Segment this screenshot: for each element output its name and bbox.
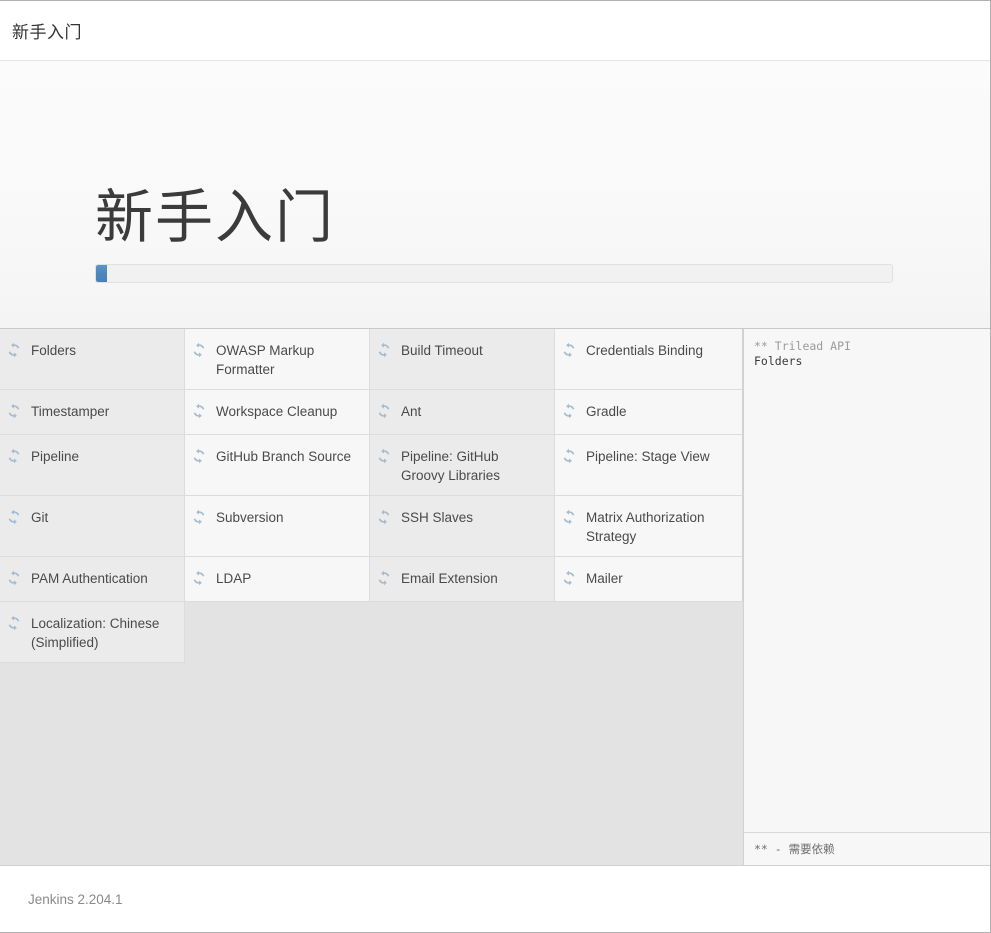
plugin-cell: Folders <box>0 329 185 390</box>
refresh-spinner-icon <box>563 403 575 419</box>
plugin-cell: LDAP <box>185 557 370 602</box>
plugin-name: LDAP <box>216 571 252 586</box>
page-title: 新手入门 <box>95 185 336 250</box>
setup-body: Folders OWASP Markup Formatter Build Timeo… <box>0 329 990 865</box>
plugin-cell: Subversion <box>185 496 370 557</box>
plugin-name: Matrix Authorization Strategy <box>586 510 705 544</box>
plugin-cell: Credentials Binding <box>555 329 743 390</box>
install-log-body: ** Trilead API Folders <box>744 329 990 832</box>
refresh-spinner-icon <box>378 570 390 586</box>
dependency-note: ** - 需要依赖 <box>754 842 835 856</box>
install-log-line: ** Trilead API <box>754 339 851 353</box>
plugin-name: Build Timeout <box>401 343 483 358</box>
refresh-spinner-icon <box>378 403 390 419</box>
refresh-spinner-icon <box>8 342 20 358</box>
refresh-spinner-icon <box>563 570 575 586</box>
plugin-name: Pipeline: GitHub Groovy Libraries <box>401 449 501 483</box>
plugin-name: Timestamper <box>31 404 110 419</box>
plugin-cell: Gradle <box>555 390 743 435</box>
plugin-cell: Email Extension <box>370 557 555 602</box>
setup-header: 新手入门 <box>0 61 990 329</box>
plugin-cell: SSH Slaves <box>370 496 555 557</box>
refresh-spinner-icon <box>8 403 20 419</box>
plugin-name: Credentials Binding <box>586 343 704 358</box>
plugin-name: Pipeline <box>31 449 80 464</box>
plugin-name: Subversion <box>216 510 284 525</box>
refresh-spinner-icon <box>8 448 20 464</box>
refresh-spinner-icon <box>8 615 20 631</box>
plugin-name: Pipeline: Stage View <box>586 449 710 464</box>
plugin-name: Folders <box>31 343 77 358</box>
plugin-name: Localization: Chinese (Simplified) <box>31 616 160 650</box>
plugin-cell: Pipeline: Stage View <box>555 435 743 496</box>
plugin-name: Workspace Cleanup <box>216 404 338 419</box>
plugin-cell: Git <box>0 496 185 557</box>
plugin-cell: Timestamper <box>0 390 185 435</box>
refresh-spinner-icon <box>193 509 205 525</box>
refresh-spinner-icon <box>193 570 205 586</box>
plugin-cell: Localization: Chinese (Simplified) <box>0 602 185 663</box>
plugin-grid-pane: Folders OWASP Markup Formatter Build Timeo… <box>0 329 743 865</box>
plugin-cell: Workspace Cleanup <box>185 390 370 435</box>
window-title: 新手入门 <box>12 23 82 42</box>
plugin-cell: GitHub Branch Source <box>185 435 370 496</box>
refresh-spinner-icon <box>563 509 575 525</box>
refresh-spinner-icon <box>378 509 390 525</box>
plugin-cell: Ant <box>370 390 555 435</box>
window-title-bar: 新手入门 <box>0 1 990 61</box>
plugin-name: OWASP Markup Formatter <box>216 343 315 377</box>
plugin-cell: Mailer <box>555 557 743 602</box>
plugin-name: Gradle <box>586 404 627 419</box>
plugin-cell: Pipeline: GitHub Groovy Libraries <box>370 435 555 496</box>
plugin-name: SSH Slaves <box>401 510 474 525</box>
page-footer: Jenkins 2.204.1 <box>0 865 990 932</box>
setup-wizard-window: 新手入门 新手入门 Folders OWASP Markup Formatter B… <box>0 0 991 933</box>
refresh-spinner-icon <box>193 403 205 419</box>
refresh-spinner-icon <box>193 448 205 464</box>
refresh-spinner-icon <box>563 448 575 464</box>
plugin-name: PAM Authentication <box>31 571 148 586</box>
plugin-name: Git <box>31 510 49 525</box>
install-log-footnote: ** - 需要依赖 <box>744 832 990 865</box>
plugin-cell: OWASP Markup Formatter <box>185 329 370 390</box>
plugin-name: Mailer <box>586 571 623 586</box>
plugin-cell: Matrix Authorization Strategy <box>555 496 743 557</box>
install-log-line: Folders <box>754 354 803 368</box>
plugin-grid: Folders OWASP Markup Formatter Build Timeo… <box>0 329 743 663</box>
refresh-spinner-icon <box>8 570 20 586</box>
refresh-spinner-icon <box>8 509 20 525</box>
plugin-name: GitHub Branch Source <box>216 449 352 464</box>
install-log-pane: ** Trilead API Folders ** - 需要依赖 <box>743 329 990 865</box>
plugin-name: Email Extension <box>401 571 498 586</box>
refresh-spinner-icon <box>563 342 575 358</box>
refresh-spinner-icon <box>378 342 390 358</box>
refresh-spinner-icon <box>193 342 205 358</box>
plugin-name: Ant <box>401 404 422 419</box>
install-progress-fill <box>96 265 108 282</box>
install-progress-bar <box>95 264 893 283</box>
plugin-cell: Pipeline <box>0 435 185 496</box>
plugin-cell: Build Timeout <box>370 329 555 390</box>
plugin-cell: PAM Authentication <box>0 557 185 602</box>
refresh-spinner-icon <box>378 448 390 464</box>
jenkins-version-label: Jenkins 2.204.1 <box>28 891 123 907</box>
